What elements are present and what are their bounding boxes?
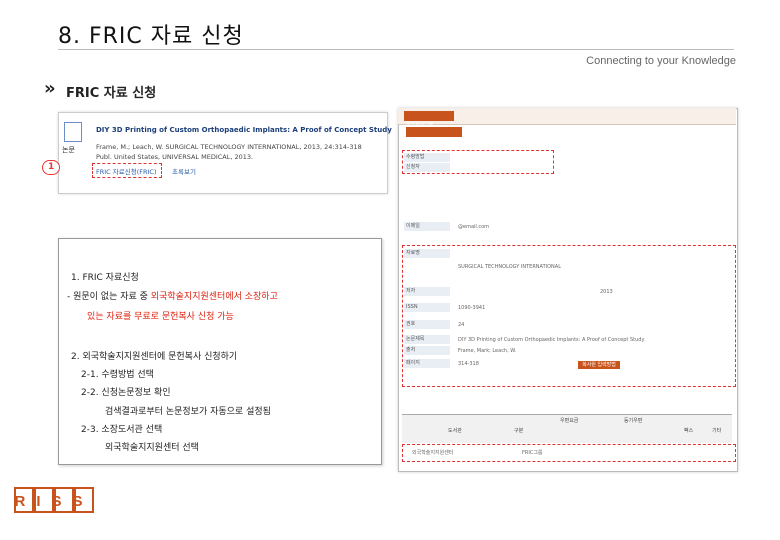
instr-line-8: 2-3. 소장도서관 선택 (81, 425, 163, 435)
riss-logo-text: RISS (14, 493, 93, 510)
th-group: 구분 (514, 428, 524, 434)
instr-line-3: 있는 자료를 무료로 문헌복사 신청 가능 (87, 312, 234, 322)
instr-line-2a: - 원문이 없는 자료 중 (67, 292, 151, 302)
highlight-2-2 (402, 245, 736, 387)
library-table-header: 도서관 구분 우편요금 등기우편 팩스 기타 (402, 414, 732, 443)
instr-line-2: - 원문이 없는 자료 중 외국학술지지원센터에서 소장하고 (67, 289, 278, 302)
form-tab[interactable]: 문헌복사신청 (404, 111, 454, 128)
slide-title: 8. FRIC 자료 신청 (58, 24, 244, 49)
instr-line-9: 외국학술지지원센터 선택 (105, 443, 199, 453)
th-post: 우편요금 (560, 418, 579, 424)
result-title-link[interactable]: DIY 3D Printing of Custom Orthopaedic Im… (96, 126, 392, 134)
instr-line-6: 2-2. 신청논문정보 확인 (81, 388, 171, 398)
form-tab-info[interactable]: 신청정보 (406, 127, 462, 144)
riss-logo: RISS (14, 487, 94, 513)
th-fax: 팩스 (684, 428, 694, 434)
title-divider (58, 49, 734, 50)
instructions-box: 1. FRIC 자료신청 - 원문이 없는 자료 중 외국학술지지원센터에서 소… (58, 238, 382, 465)
highlight-2-1 (402, 150, 554, 174)
instr-line-1: 1. FRIC 자료신청 (71, 273, 139, 283)
result-publisher: Publ. United States, UNIVERSAL MEDICAL, … (96, 153, 254, 161)
th-etc: 기타 (712, 428, 722, 434)
instr-line-7: 검색결과로부터 논문정보가 자동으로 설정됨 (105, 407, 271, 417)
th-library: 도서관 (448, 428, 462, 434)
chevron-right-icon: » (44, 78, 56, 99)
section-title: FRIC 자료 신청 (66, 86, 157, 101)
th-registered: 등기우편 (624, 418, 643, 424)
form-tab2-label: 신청정보 (408, 138, 427, 144)
result-author: Frame, M.; Leach, W. SURGICAL TECHNOLOGY… (96, 143, 362, 151)
abstract-link[interactable]: 초록보기 (172, 166, 196, 176)
callout-1: 1 (42, 160, 61, 175)
form-email-value[interactable]: @email.com (458, 224, 489, 230)
document-icon (64, 122, 82, 142)
instr-line-5: 2-1. 수령방법 선택 (81, 370, 154, 380)
result-type-label: 논문 (62, 146, 75, 154)
instr-line-4: 2. 외국학술지지원센터에 문헌복사 신청하기 (71, 352, 238, 362)
highlight-2-3 (402, 444, 736, 462)
fric-request-link[interactable]: FRIC 자료신청(FRIC) (96, 166, 156, 176)
form-label-email: 이메일 (404, 222, 450, 231)
tagline: Connecting to your Knowledge (586, 55, 736, 67)
instr-line-2b: 외국학술지지원센터에서 소장하고 (150, 292, 278, 302)
